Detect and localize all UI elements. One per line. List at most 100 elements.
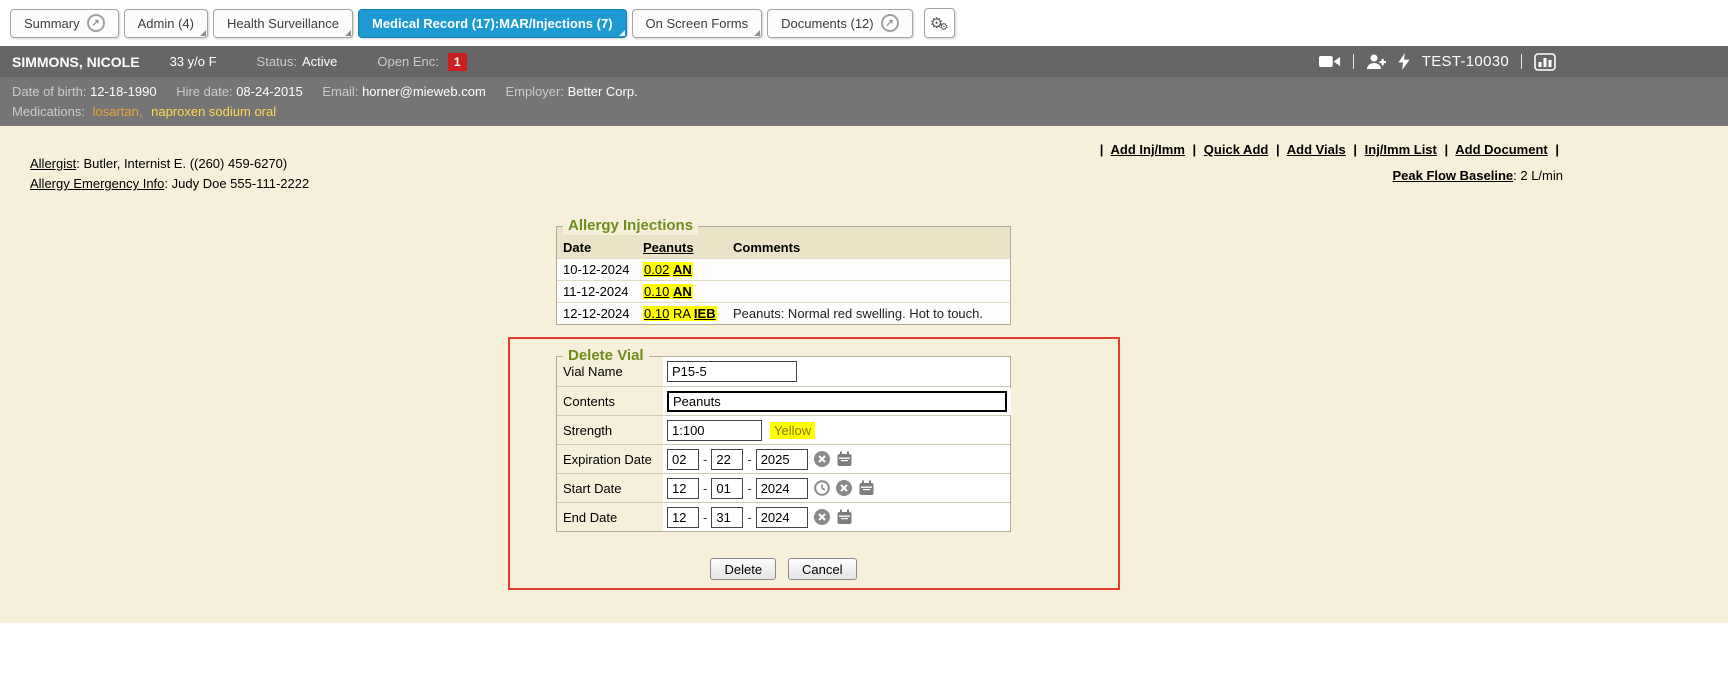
reaction-code-link[interactable]: AN (673, 262, 692, 277)
tab-summary[interactable]: Summary ↗ (10, 9, 119, 38)
reaction-code-link[interactable]: IEB (694, 306, 716, 321)
start-month-input[interactable] (667, 478, 699, 499)
date-separator: - (703, 452, 707, 467)
date-separator: - (747, 481, 751, 496)
tab-summary-label: Summary (24, 16, 80, 31)
open-enc-label: Open Enc: (377, 54, 438, 69)
allergy-injections-table: Date Peanuts Comments 10-12-2024 0.02 AN… (557, 237, 1010, 324)
contents-input[interactable] (667, 391, 1007, 412)
hire-date-value: 08-24-2015 (236, 84, 303, 99)
delete-button[interactable]: Delete (710, 558, 776, 580)
peak-flow-line: Peak Flow Baseline: 2 L/min (1096, 168, 1563, 183)
patient-name: SIMMONS, NICOLE (12, 54, 140, 70)
allergy-emergency-link[interactable]: Allergy Emergency Info (30, 176, 164, 191)
tab-bar: Summary ↗ Admin (4) Health Surveillance … (0, 0, 1728, 46)
clear-date-icon[interactable] (836, 480, 852, 496)
add-vials-link[interactable]: Add Vials (1287, 142, 1346, 157)
injection-date: 10-12-2024 (557, 259, 637, 281)
injection-date: 11-12-2024 (557, 281, 637, 303)
clear-date-icon[interactable] (814, 451, 830, 467)
bar-chart-icon[interactable] (1534, 53, 1556, 71)
tab-on-screen-forms-label: On Screen Forms (646, 16, 749, 31)
gear-icon: ⚙ (939, 23, 948, 33)
start-year-input[interactable] (756, 478, 808, 499)
open-in-new-icon[interactable]: ↗ (881, 14, 899, 32)
link-separator: | (1100, 142, 1104, 157)
dose-highlight: 0.10 AN (643, 284, 693, 299)
delete-vial-panel: Delete Vial Vial Name Contents Strength … (556, 356, 1011, 532)
end-year-input[interactable] (756, 507, 808, 528)
dose-link[interactable]: 0.10 (644, 306, 669, 321)
link-separator: | (1555, 142, 1559, 157)
injections-header-row: Date Peanuts Comments (557, 237, 1010, 259)
add-person-icon[interactable] (1366, 53, 1386, 71)
expiration-year-input[interactable] (756, 449, 808, 470)
end-date-label: End Date (557, 503, 663, 531)
settings-gears-button[interactable]: ⚙ ⚙ (924, 8, 955, 38)
quick-add-link[interactable]: Quick Add (1204, 142, 1269, 157)
reaction-code: RA (673, 306, 690, 321)
end-date-row: End Date - - (557, 502, 1010, 531)
peanuts-column-link[interactable]: Peanuts (637, 237, 727, 259)
start-day-input[interactable] (711, 478, 743, 499)
tab-menu-fold-icon (200, 30, 206, 36)
allergist-line: Allergist: Butler, Internist E. ((260) 4… (30, 154, 309, 174)
lightning-bolt-icon[interactable] (1398, 53, 1410, 70)
station-id: TEST-10030 (1422, 53, 1509, 70)
delete-vial-buttons: Delete Cancel (556, 558, 1011, 580)
tab-on-screen-forms[interactable]: On Screen Forms (632, 9, 763, 38)
tab-admin[interactable]: Admin (4) (124, 9, 208, 38)
tab-admin-label: Admin (4) (138, 16, 194, 31)
inj-imm-list-link[interactable]: Inj/Imm List (1365, 142, 1437, 157)
strength-color-tag: Yellow (770, 422, 815, 439)
allergist-value: : Butler, Internist E. ((260) 459-6270) (76, 156, 287, 171)
date-separator: - (747, 452, 751, 467)
chart-body: Allergist: Butler, Internist E. ((260) 4… (0, 126, 1728, 623)
tab-health-surveillance-label: Health Surveillance (227, 16, 339, 31)
medication-naproxen[interactable]: naproxen sodium oral (151, 104, 276, 119)
contents-row: Contents (557, 386, 1010, 415)
date-column-header: Date (557, 237, 637, 259)
hire-date-label: Hire date: (176, 84, 232, 99)
vial-name-input[interactable] (667, 361, 797, 382)
clock-now-icon[interactable] (814, 480, 830, 496)
cancel-button[interactable]: Cancel (788, 558, 856, 580)
tab-menu-fold-icon (345, 30, 351, 36)
add-inj-imm-link[interactable]: Add Inj/Imm (1111, 142, 1185, 157)
clear-date-icon[interactable] (814, 509, 830, 525)
injection-comment (727, 259, 1010, 281)
calendar-icon[interactable] (858, 480, 875, 496)
video-camera-icon[interactable] (1319, 54, 1341, 69)
strength-label: Strength (557, 416, 663, 444)
tab-health-surveillance[interactable]: Health Surveillance (213, 9, 353, 38)
date-separator: - (703, 510, 707, 525)
tab-menu-fold-icon (754, 30, 760, 36)
end-day-input[interactable] (711, 507, 743, 528)
calendar-icon[interactable] (836, 451, 853, 467)
action-links-block: | Add Inj/Imm | Quick Add | Add Vials | … (1096, 142, 1563, 183)
medication-losartan[interactable]: losartan, (93, 104, 143, 119)
calendar-icon[interactable] (836, 509, 853, 525)
patient-header-bar: SIMMONS, NICOLE 33 y/o F Status: Active … (0, 46, 1728, 77)
open-in-new-icon[interactable]: ↗ (87, 14, 105, 32)
expiration-day-input[interactable] (711, 449, 743, 470)
open-encounter-badge[interactable]: 1 (448, 53, 467, 71)
date-separator: - (747, 510, 751, 525)
tab-menu-fold-icon (619, 30, 625, 36)
allergist-link[interactable]: Allergist (30, 156, 76, 171)
peak-flow-baseline-link[interactable]: Peak Flow Baseline (1392, 168, 1513, 183)
dose-link[interactable]: 0.10 (644, 284, 669, 299)
dose-highlight: 0.10 RA IEB (643, 306, 717, 321)
strength-input[interactable] (667, 420, 762, 441)
patient-bar-toolbar: TEST-10030 (1319, 53, 1716, 71)
tab-documents[interactable]: Documents (12) ↗ (767, 9, 912, 38)
link-separator: | (1445, 142, 1449, 157)
end-month-input[interactable] (667, 507, 699, 528)
add-document-link[interactable]: Add Document (1455, 142, 1547, 157)
dose-link[interactable]: 0.02 (644, 262, 669, 277)
tab-medical-record[interactable]: Medical Record (17):MAR/Injections (7) (358, 9, 627, 38)
dob-label: Date of birth: (12, 84, 86, 99)
injection-comment: Peanuts: Normal red swelling. Hot to tou… (727, 303, 1010, 325)
expiration-month-input[interactable] (667, 449, 699, 470)
reaction-code-link[interactable]: AN (673, 284, 692, 299)
